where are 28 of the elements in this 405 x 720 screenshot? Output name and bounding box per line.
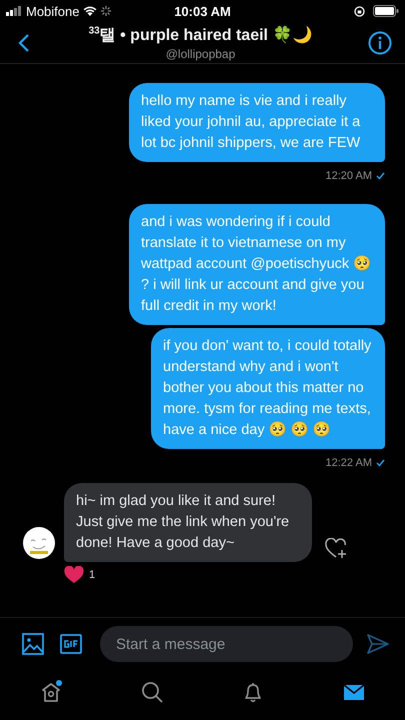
sent-message: and i was wondering if i could translate it to vietnamese on my wattpad account @poetischyuck 🥺 ? i will link ur account and give you full credit in my work!	[129, 204, 385, 325]
rotation-lock-icon	[354, 6, 365, 16]
message-time: 12:20 AM	[326, 170, 372, 182]
check-icon	[376, 172, 385, 180]
sent-message: if you don' want to, i could totally understand why and i won't bother you about this matter no more. tysm for reading me texts, have a nice day 🥺 🥺 🥺	[151, 328, 385, 449]
message-input[interactable]: Start a message	[100, 626, 353, 662]
loading-icon	[101, 6, 112, 16]
gif-button[interactable]	[58, 631, 84, 657]
received-message: hi~ im glad you like it and sure! Just give me the link when you're done! Have a good day~	[64, 483, 312, 562]
message-time: 12:22 AM	[326, 457, 372, 469]
user-handle: @lollipopbap	[166, 46, 236, 60]
search-icon[interactable]	[140, 680, 164, 704]
image-button[interactable]	[20, 631, 46, 657]
avatar[interactable]	[22, 526, 56, 560]
like-count: 1	[89, 569, 96, 581]
check-icon	[376, 459, 385, 467]
send-button[interactable]	[365, 631, 391, 657]
battery-icon	[372, 5, 399, 17]
info-button[interactable]	[367, 30, 393, 56]
carrier-name: Mobifone	[26, 4, 80, 18]
conversation-title: $^{33}$탤 • purple haired taeil 🍀🌙	[88, 24, 312, 46]
clock-time: 10:03 AM	[174, 4, 231, 18]
wifi-icon	[83, 6, 98, 16]
heart-icon	[64, 566, 84, 584]
signal-icon	[6, 6, 22, 16]
back-chevron-icon[interactable]	[18, 32, 30, 52]
sent-message: hello my name is vie and i really liked your johnil au, appreciate it a lot bc johnil shippers, we are FEW	[129, 83, 385, 162]
add-reaction-icon[interactable]	[324, 538, 348, 560]
